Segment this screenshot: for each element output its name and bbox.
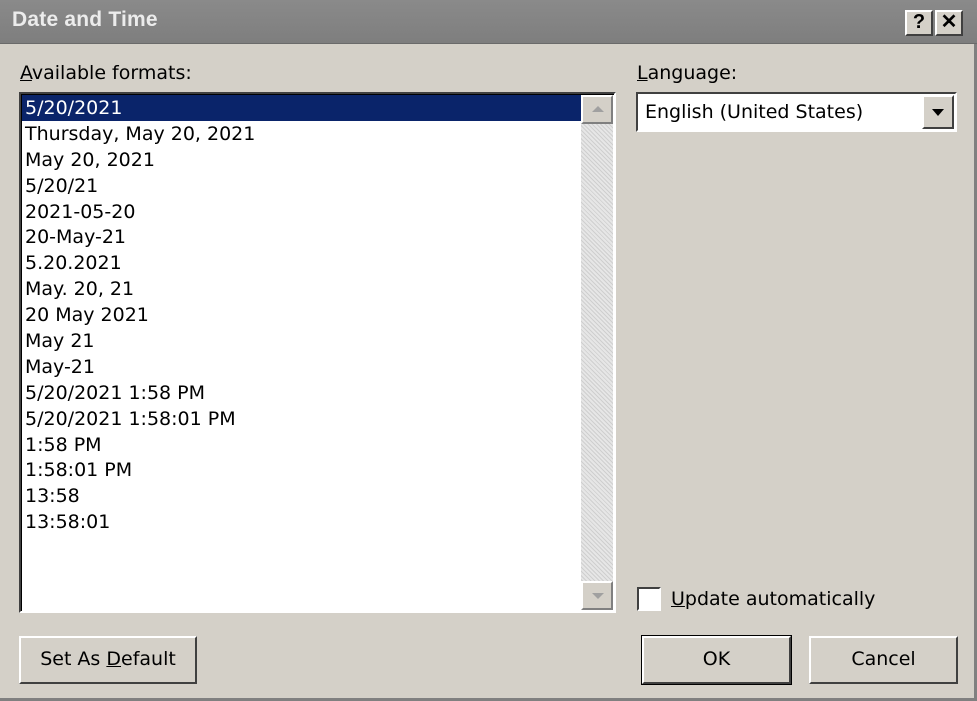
available-formats-label: Available formats: — [20, 62, 192, 84]
format-list-item[interactable]: May. 20, 21 — [22, 276, 585, 302]
format-list-item[interactable]: 1:58 PM — [22, 432, 585, 458]
close-icon: ✕ — [940, 11, 958, 33]
available-formats-list[interactable]: 5/20/2021 Thursday, May 20, 2021 May 20, 2… — [19, 92, 616, 613]
window-title: Date and Time — [12, 8, 158, 31]
format-list-item[interactable]: 1:58:01 PM — [22, 457, 585, 483]
language-label: Language: — [637, 62, 738, 84]
scroll-down-button[interactable] — [581, 581, 613, 610]
format-list-scrollbar[interactable] — [581, 95, 613, 610]
close-button[interactable]: ✕ — [935, 10, 963, 36]
format-list-item[interactable]: 5/20/21 — [22, 173, 585, 199]
language-select[interactable]: English (United States) — [636, 92, 957, 132]
title-bar[interactable]: Date and Time ? ✕ — [0, 0, 977, 44]
format-list-item[interactable]: 5/20/2021 1:58:01 PM — [22, 406, 585, 432]
cancel-button[interactable]: Cancel — [809, 636, 958, 684]
ok-button[interactable]: OK — [641, 635, 792, 685]
scroll-up-button[interactable] — [581, 95, 613, 124]
update-automatically-checkbox[interactable] — [637, 587, 661, 611]
triangle-up-icon — [592, 106, 604, 112]
format-list-item[interactable]: 2021-05-20 — [22, 199, 585, 225]
set-as-default-button[interactable]: Set As Default — [19, 636, 197, 684]
format-list-item[interactable]: 20 May 2021 — [22, 302, 585, 328]
format-list-item[interactable]: Thursday, May 20, 2021 — [22, 121, 585, 147]
language-dropdown-button[interactable] — [922, 95, 954, 129]
format-list-item[interactable]: May 21 — [22, 328, 585, 354]
chevron-down-icon — [932, 109, 944, 116]
help-icon: ? — [912, 11, 926, 33]
update-automatically-label[interactable]: Update automatically — [671, 588, 875, 610]
date-and-time-dialog: Date and Time ? ✕ Available formats: 5/2… — [0, 0, 977, 701]
format-list-item[interactable]: 5/20/2021 — [22, 95, 585, 121]
format-list-item[interactable]: 5/20/2021 1:58 PM — [22, 380, 585, 406]
format-list-item[interactable]: May-21 — [22, 354, 585, 380]
triangle-down-icon — [592, 593, 604, 599]
help-button[interactable]: ? — [905, 10, 933, 36]
format-list-item[interactable]: May 20, 2021 — [22, 147, 585, 173]
format-items: 5/20/2021 Thursday, May 20, 2021 May 20, 2… — [22, 95, 585, 535]
format-list-item[interactable]: 13:58 — [22, 483, 585, 509]
format-list-item[interactable]: 5.20.2021 — [22, 250, 585, 276]
format-list-item[interactable]: 13:58:01 — [22, 509, 585, 535]
language-value: English (United States) — [645, 101, 864, 123]
format-list-item[interactable]: 20-May-21 — [22, 224, 585, 250]
